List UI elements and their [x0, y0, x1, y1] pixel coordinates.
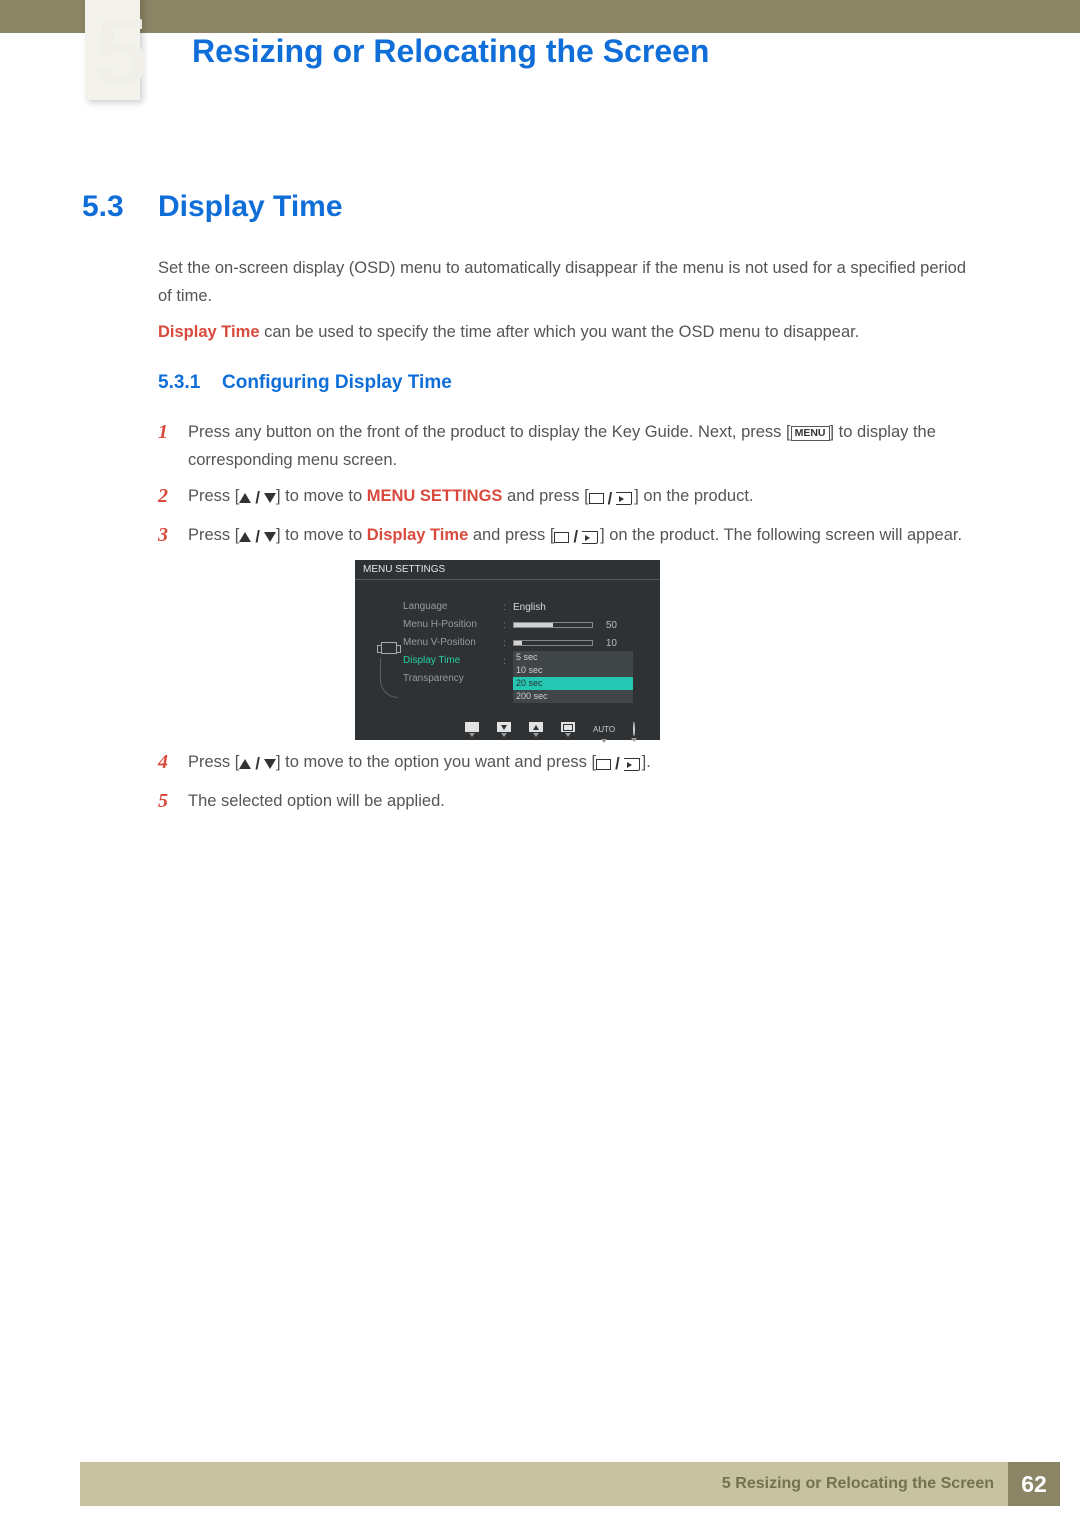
- section-title: Display Time: [158, 190, 343, 224]
- up-down-icon: /: [239, 750, 276, 778]
- menu-settings-emphasis: MENU SETTINGS: [367, 487, 503, 505]
- steps-list-continued: 4 Press [/] to move to the option you wa…: [158, 748, 978, 823]
- step-3: 3 Press [/] to move to Display Time and …: [158, 521, 978, 552]
- step-body: Press [/] to move to MENU SETTINGS and p…: [188, 482, 978, 513]
- osd-icon-column: [375, 586, 403, 716]
- intro-rest: can be used to specify the time after wh…: [260, 323, 860, 341]
- osd-item-menu-v: Menu V-Position: [403, 634, 503, 652]
- osd-body: Language Menu H-Position Menu V-Position…: [355, 586, 660, 716]
- osd-curve-decor: [380, 658, 398, 698]
- step-1: 1 Press any button on the front of the p…: [158, 418, 978, 474]
- intro-paragraph-1: Set the on-screen display (OSD) menu to …: [158, 254, 978, 310]
- footer-chapter-ref: 5 Resizing or Relocating the Screen: [722, 1475, 994, 1493]
- step-body: Press any button on the front of the pro…: [188, 418, 978, 474]
- osd-item-language: Language: [403, 598, 503, 616]
- osd-button-bar: AUTO: [465, 722, 635, 737]
- up-down-icon: /: [239, 484, 276, 512]
- step-body: The selected option will be applied.: [188, 787, 978, 815]
- section-number: 5.3: [82, 190, 124, 224]
- osd-power-icon: [633, 724, 635, 735]
- subsection-number: 5.3.1: [158, 372, 200, 394]
- step-2: 2 Press [/] to move to MENU SETTINGS and…: [158, 482, 978, 513]
- osd-menu-h-slider: 50: [513, 620, 617, 631]
- osd-item-menu-h: Menu H-Position: [403, 616, 503, 634]
- osd-menu-v-slider: 10: [513, 638, 617, 649]
- osd-item-display-time: Display Time: [403, 652, 503, 670]
- display-time-emphasis: Display Time: [367, 526, 469, 544]
- footer-bar: 5 Resizing or Relocating the Screen 62: [80, 1462, 1060, 1506]
- step-body: Press [/] to move to Display Time and pr…: [188, 521, 978, 552]
- osd-option-20sec: 20 sec: [513, 677, 633, 690]
- step-number: 2: [158, 482, 188, 513]
- top-accent-bar: [0, 0, 1080, 33]
- osd-item-list: Language Menu H-Position Menu V-Position…: [403, 586, 503, 716]
- enter-source-icon: /: [554, 523, 600, 551]
- osd-screenshot: MENU SETTINGS Language Menu H-Position M…: [355, 560, 660, 740]
- up-down-icon: /: [239, 523, 276, 551]
- osd-menu-v-value: 10: [599, 638, 617, 649]
- intro-emphasis: Display Time: [158, 323, 260, 341]
- osd-divider: [355, 579, 660, 580]
- menu-key-icon: MENU: [791, 426, 830, 441]
- osd-enter-icon: [561, 722, 575, 737]
- step-body: Press [/] to move to the option you want…: [188, 748, 978, 779]
- osd-item-transparency: Transparency: [403, 670, 503, 688]
- osd-up-icon: [529, 722, 543, 737]
- osd-language-value: English: [513, 602, 546, 613]
- step-number: 5: [158, 787, 188, 815]
- osd-back-icon: [465, 722, 479, 737]
- osd-display-time-dropdown: 5 sec 10 sec 20 sec 200 sec: [513, 651, 633, 703]
- footer-page-number: 62: [1008, 1462, 1060, 1506]
- osd-option-10sec: 10 sec: [513, 664, 633, 677]
- enter-source-icon: /: [589, 485, 635, 513]
- osd-value-column: :English : 50 : 10 : 5 sec 10 sec 20 sec…: [503, 586, 652, 716]
- osd-option-5sec: 5 sec: [513, 651, 633, 664]
- osd-title: MENU SETTINGS: [355, 560, 660, 579]
- step-number: 4: [158, 748, 188, 779]
- steps-list: 1 Press any button on the front of the p…: [158, 418, 978, 559]
- step-number: 1: [158, 418, 188, 474]
- step-4: 4 Press [/] to move to the option you wa…: [158, 748, 978, 779]
- intro-paragraph-2: Display Time can be used to specify the …: [158, 318, 978, 346]
- monitor-adjust-icon: [381, 642, 397, 654]
- chapter-number: 5: [95, 5, 144, 101]
- step-5: 5 The selected option will be applied.: [158, 787, 978, 815]
- step-number: 3: [158, 521, 188, 552]
- osd-down-icon: [497, 722, 511, 737]
- osd-menu-h-value: 50: [599, 620, 617, 631]
- osd-option-200sec: 200 sec: [513, 690, 633, 703]
- osd-auto-label: AUTO: [593, 725, 615, 734]
- enter-source-icon: /: [596, 750, 642, 778]
- subsection-title: Configuring Display Time: [222, 372, 452, 394]
- chapter-title: Resizing or Relocating the Screen: [192, 33, 709, 70]
